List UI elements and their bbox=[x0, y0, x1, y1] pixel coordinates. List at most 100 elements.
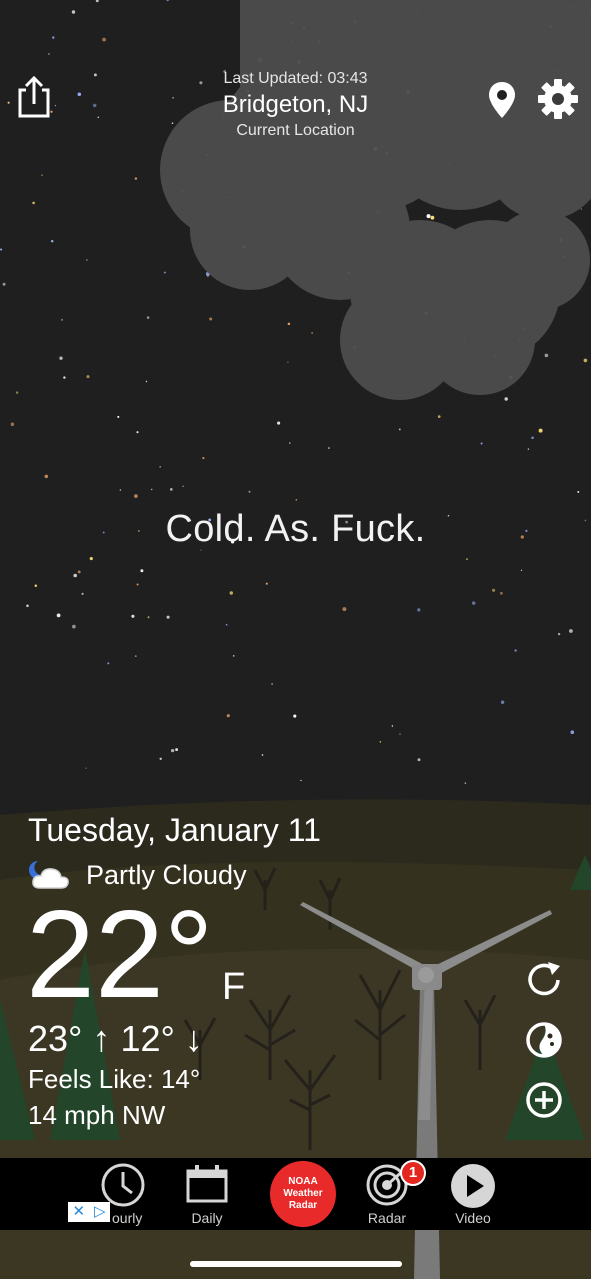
star bbox=[102, 37, 107, 42]
star bbox=[464, 782, 467, 784]
star bbox=[93, 73, 97, 77]
tab-label-radar: Radar bbox=[367, 1210, 407, 1226]
star bbox=[207, 275, 209, 278]
home-indicator[interactable] bbox=[190, 1261, 402, 1267]
star bbox=[15, 391, 19, 394]
star bbox=[544, 353, 549, 358]
star bbox=[437, 415, 441, 418]
tab-label-video: Video bbox=[455, 1210, 491, 1226]
star bbox=[89, 557, 93, 561]
gear-icon[interactable] bbox=[537, 78, 579, 120]
star bbox=[248, 490, 251, 493]
star bbox=[86, 259, 88, 261]
star bbox=[52, 36, 55, 39]
star bbox=[159, 757, 162, 761]
star bbox=[0, 248, 3, 251]
star bbox=[182, 485, 184, 487]
star bbox=[379, 741, 382, 743]
star bbox=[232, 655, 235, 657]
star bbox=[71, 10, 76, 14]
high-temp: 23° bbox=[28, 1018, 83, 1059]
star bbox=[277, 421, 281, 425]
star bbox=[136, 583, 139, 586]
star bbox=[265, 582, 268, 585]
star bbox=[81, 592, 84, 595]
current-temperature: 22° bbox=[26, 886, 214, 1024]
refresh-icon[interactable] bbox=[522, 958, 566, 1002]
ad-line-1: NOAA bbox=[288, 1176, 318, 1187]
star bbox=[569, 629, 573, 633]
star bbox=[147, 616, 150, 619]
star bbox=[466, 558, 468, 561]
close-icon[interactable]: ✕ bbox=[72, 1203, 85, 1221]
star bbox=[287, 322, 291, 326]
current-location-label: Current Location bbox=[236, 122, 355, 139]
add-location-icon[interactable] bbox=[522, 1078, 566, 1122]
tab-video[interactable]: Video bbox=[442, 1158, 504, 1230]
ad-line-2: Weather bbox=[283, 1188, 323, 1199]
theme-icon[interactable] bbox=[522, 1018, 566, 1062]
star bbox=[311, 332, 313, 334]
play-icon bbox=[451, 1164, 495, 1208]
star bbox=[63, 376, 66, 379]
last-updated: Last Updated: 03:43 bbox=[223, 70, 368, 87]
star bbox=[289, 442, 291, 444]
star bbox=[131, 614, 135, 618]
star bbox=[492, 588, 496, 592]
star bbox=[520, 569, 523, 571]
down-arrow-icon: ↓ bbox=[174, 1018, 203, 1059]
star bbox=[226, 714, 230, 718]
star bbox=[92, 103, 97, 108]
star bbox=[169, 488, 173, 491]
star bbox=[271, 683, 273, 685]
star bbox=[417, 608, 421, 612]
star bbox=[10, 422, 15, 427]
star bbox=[527, 448, 530, 450]
tab-daily[interactable]: Daily bbox=[176, 1158, 238, 1230]
star bbox=[202, 457, 205, 460]
star bbox=[209, 317, 213, 321]
star bbox=[229, 591, 233, 595]
star bbox=[134, 494, 138, 498]
ad-line-3: Radar bbox=[288, 1200, 318, 1211]
star bbox=[159, 466, 161, 468]
star bbox=[399, 733, 401, 736]
star bbox=[570, 730, 575, 734]
up-arrow-icon: ↑ bbox=[82, 1018, 121, 1059]
star bbox=[514, 649, 517, 652]
star bbox=[175, 748, 179, 752]
star bbox=[391, 725, 394, 727]
star bbox=[342, 607, 347, 612]
city-name[interactable]: Bridgeton, NJ bbox=[150, 90, 441, 120]
noaa-radar-ad-button[interactable]: NOAA Weather Radar bbox=[270, 1161, 336, 1227]
star bbox=[426, 214, 431, 219]
star bbox=[531, 436, 534, 440]
radar-badge: 1 bbox=[400, 1160, 426, 1186]
star bbox=[538, 428, 543, 433]
weather-phrase: Cold. As. Fuck. bbox=[165, 508, 426, 550]
star bbox=[72, 624, 76, 629]
ad-choices[interactable]: ✕ ▷ bbox=[68, 1202, 110, 1222]
star bbox=[77, 92, 82, 97]
star bbox=[136, 431, 139, 434]
temperature-unit[interactable]: F bbox=[222, 966, 245, 1009]
location-pin-icon[interactable] bbox=[486, 80, 518, 120]
star bbox=[557, 632, 561, 636]
star bbox=[73, 573, 77, 578]
star bbox=[44, 474, 49, 479]
star bbox=[107, 662, 110, 665]
star bbox=[166, 615, 170, 619]
star bbox=[97, 116, 100, 119]
star bbox=[134, 655, 137, 657]
star bbox=[59, 356, 63, 360]
star bbox=[480, 442, 483, 445]
star bbox=[146, 316, 150, 319]
star bbox=[54, 104, 57, 107]
star bbox=[471, 601, 476, 605]
ad-choices-icon[interactable]: ▷ bbox=[94, 1203, 106, 1221]
star bbox=[500, 591, 503, 595]
star bbox=[295, 499, 298, 501]
star bbox=[225, 623, 228, 626]
star bbox=[56, 613, 61, 618]
share-icon[interactable] bbox=[14, 74, 54, 120]
